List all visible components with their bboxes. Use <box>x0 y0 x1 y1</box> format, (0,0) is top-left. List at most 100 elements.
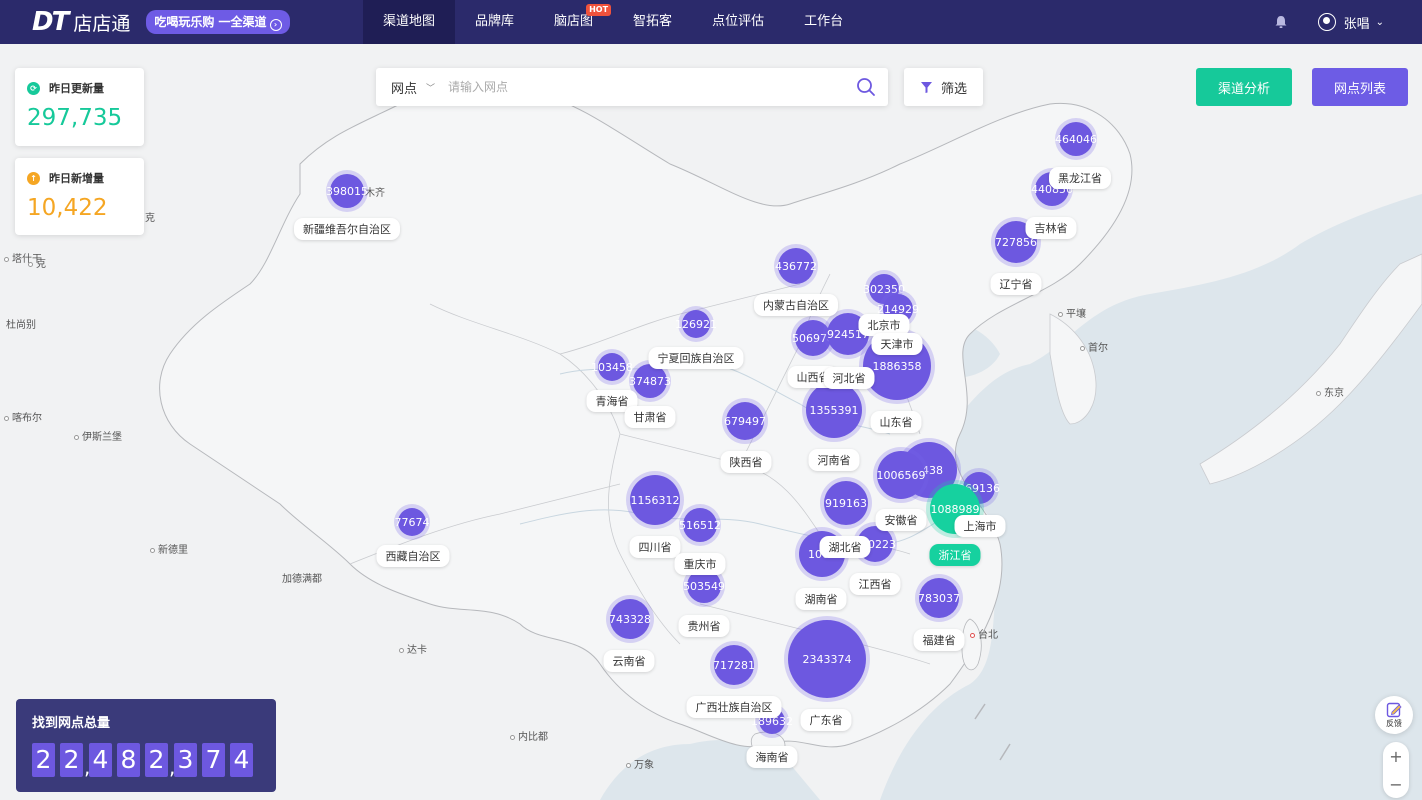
province-label[interactable]: 河南省 <box>808 449 860 471</box>
province-bubble[interactable]: 1156312 <box>630 475 680 525</box>
feedback-button[interactable]: 反馈 <box>1375 696 1413 734</box>
stat-value-added: 10,422 <box>27 195 108 221</box>
base-map <box>0 44 1422 800</box>
province-label[interactable]: 海南省 <box>746 746 798 768</box>
nav-item-brand-library[interactable]: 品牌库 <box>455 0 534 44</box>
province-bubble[interactable]: 516512 <box>679 508 721 542</box>
nav-item-workbench[interactable]: 工作台 <box>784 0 863 44</box>
nav-item-smart-prospect[interactable]: 智拓客 <box>613 0 692 44</box>
geo-label: 东京 <box>1316 384 1344 399</box>
province-label[interactable]: 贵州省 <box>678 615 730 637</box>
digit: 4 <box>230 743 253 777</box>
logo-mark: DT <box>32 7 69 37</box>
province-label[interactable]: 新疆维吾尔自治区 <box>294 218 400 240</box>
zoom-in-button[interactable]: + <box>1383 742 1409 770</box>
province-label[interactable]: 重庆市 <box>674 553 726 575</box>
nav-item-label: 点位评估 <box>712 14 765 29</box>
stat-card-updated: ⟳ 昨日更新量 297,735 <box>15 68 144 146</box>
nav-item-brain-map[interactable]: 脑店图 HOT <box>534 0 613 44</box>
province-bubble[interactable]: 374873 <box>629 364 671 398</box>
filter-label: 筛选 <box>940 81 967 97</box>
province-label[interactable]: 辽宁省 <box>990 273 1042 295</box>
city-dot-icon <box>626 763 631 768</box>
province-bubble[interactable]: 783037 <box>918 578 960 618</box>
nav-item-label: 脑店图 <box>554 14 594 29</box>
nav-item-site-evaluation[interactable]: 点位评估 <box>692 0 784 44</box>
province-label[interactable]: 上海市 <box>954 515 1006 537</box>
province-bubble[interactable]: 506978 <box>792 320 834 356</box>
bell-icon[interactable] <box>1274 15 1288 29</box>
province-label[interactable]: 黑龙江省 <box>1049 167 1111 189</box>
province-label[interactable]: 四川省 <box>629 536 681 558</box>
nav-item-label: 工作台 <box>804 14 844 29</box>
search-bar: 网点 ﹀ <box>376 68 888 106</box>
outlet-list-button[interactable]: 网点列表 <box>1312 68 1408 106</box>
province-label[interactable]: 安徽省 <box>875 509 927 531</box>
province-bubble[interactable]: 464046 <box>1055 122 1097 156</box>
province-bubble[interactable]: 2343374 <box>788 620 866 698</box>
edit-note-icon <box>1386 702 1402 717</box>
geo-label: 塔什干 <box>4 250 42 265</box>
city-dot-icon <box>150 548 155 553</box>
geo-label: 喀布尔 <box>4 409 42 424</box>
stat-value-updated: 297,735 <box>27 105 123 131</box>
province-label[interactable]: 陕西省 <box>720 451 772 473</box>
avatar-icon[interactable] <box>1317 13 1336 31</box>
search-icon[interactable] <box>856 77 876 97</box>
province-label[interactable]: 湖北省 <box>819 536 871 558</box>
province-label[interactable]: 福建省 <box>913 629 965 651</box>
filter-button[interactable]: 筛选 <box>904 68 983 106</box>
province-bubble[interactable]: 717281 <box>713 645 755 685</box>
digit: 7 <box>202 743 225 777</box>
province-bubble[interactable]: 743328 <box>609 599 651 639</box>
search-type-select[interactable]: 网点 ﹀ <box>376 78 448 97</box>
province-label[interactable]: 天津市 <box>871 333 923 355</box>
geo-label: 内比都 <box>510 728 548 743</box>
total-title: 找到网点总量 <box>32 716 111 731</box>
zoom-out-button[interactable]: − <box>1383 770 1409 798</box>
province-label[interactable]: 山东省 <box>870 411 922 433</box>
user-name[interactable]: 张唱 <box>1344 13 1370 32</box>
province-bubble[interactable]: 436772 <box>775 248 817 284</box>
province-label[interactable]: 甘肃省 <box>624 406 676 428</box>
province-bubble[interactable]: 1355391 <box>806 382 862 438</box>
stat-card-added: ↑ 昨日新增量 10,422 <box>15 158 144 235</box>
province-label-selected[interactable]: 浙江省 <box>929 544 981 566</box>
channel-map[interactable]: 乌鲁木齐 克 克 塔什干 杜尚别 喀布尔 伊斯兰堡 新德里 加德满都 达卡 内比… <box>0 44 1422 800</box>
nav-item-channel-map[interactable]: 渠道地图 <box>363 0 456 44</box>
province-bubble[interactable]: 126921 <box>675 310 717 338</box>
brand-logo[interactable]: DT 店店通 吃喝玩乐购 一全渠道 › <box>32 7 332 37</box>
province-label[interactable]: 河北省 <box>823 367 875 389</box>
province-label[interactable]: 吉林省 <box>1025 217 1077 239</box>
slogan-badge[interactable]: 吃喝玩乐购 一全渠道 › <box>146 10 290 34</box>
province-label[interactable]: 宁夏回族自治区 <box>648 347 744 369</box>
geo-label: 万象 <box>626 756 654 771</box>
province-bubble[interactable]: 103458 <box>591 353 633 381</box>
province-label[interactable]: 广东省 <box>800 709 852 731</box>
digit: 2 <box>32 743 55 777</box>
province-label[interactable]: 西藏自治区 <box>376 545 450 567</box>
province-bubble[interactable]: 77674 <box>395 508 430 536</box>
province-bubble[interactable]: 679497 <box>724 402 766 440</box>
chevron-down-icon[interactable]: ⌄ <box>1376 17 1384 28</box>
main-nav: 渠道地图 品牌库 脑店图 HOT 智拓客 点位评估 工作台 <box>363 0 863 44</box>
province-label[interactable]: 湖南省 <box>795 588 847 610</box>
search-input[interactable] <box>448 80 856 94</box>
geo-label: 平壤 <box>1058 305 1086 320</box>
total-outlets-panel: 找到网点总量 2 2 , 4 8 2 , 3 7 4 <box>16 699 276 792</box>
province-label[interactable]: 内蒙古自治区 <box>754 294 838 316</box>
geo-label-text: 万象 <box>634 760 654 771</box>
capital-dot-icon <box>970 633 975 638</box>
province-label[interactable]: 云南省 <box>603 650 655 672</box>
digit-separator: , <box>169 755 176 779</box>
geo-label: 杜尚别 <box>6 320 36 331</box>
channel-analysis-button[interactable]: 渠道分析 <box>1196 68 1292 106</box>
geo-label: 首尔 <box>1080 339 1108 354</box>
city-dot-icon <box>4 416 9 421</box>
province-bubble[interactable]: 398015 <box>326 174 368 208</box>
province-bubble[interactable]: 1006569 <box>877 451 926 499</box>
geo-label: 新德里 <box>150 541 188 556</box>
province-label[interactable]: 江西省 <box>849 573 901 595</box>
province-bubble[interactable]: 919163 <box>824 481 868 525</box>
province-label[interactable]: 广西壮族自治区 <box>686 696 782 718</box>
